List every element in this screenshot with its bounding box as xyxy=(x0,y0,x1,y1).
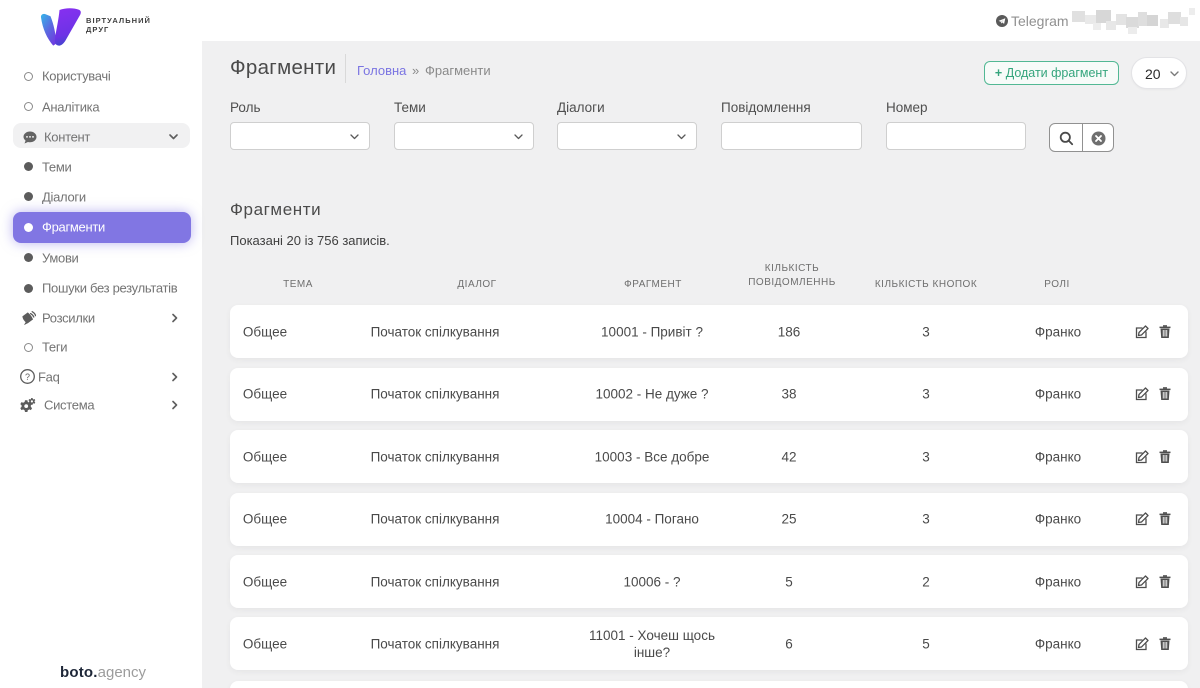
svg-text:?: ? xyxy=(25,372,30,382)
